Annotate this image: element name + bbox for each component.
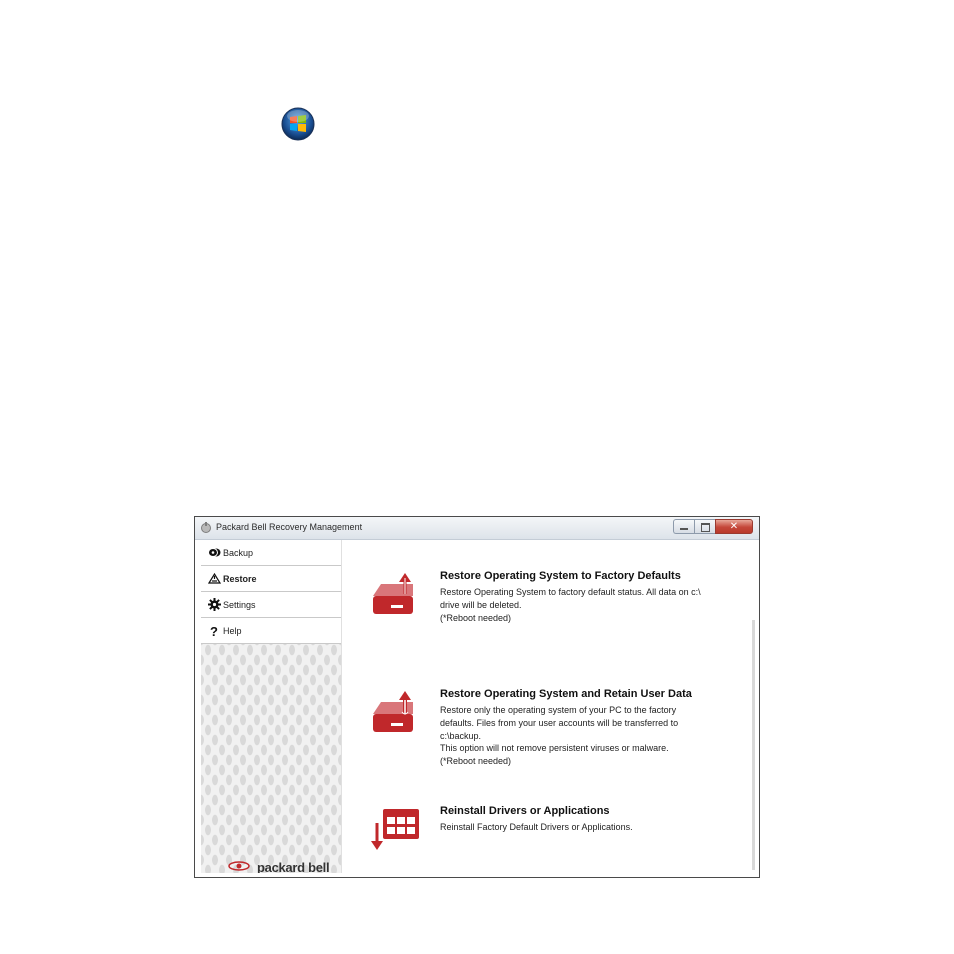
description-line: (*Reboot needed): [440, 756, 512, 767]
recovery-management-window: Packard Bell Recovery Management ✕ Backu…: [194, 516, 760, 878]
nav-list: Backup Restore Settings ? Help: [201, 540, 341, 644]
window-controls: ✕: [673, 519, 753, 534]
gear-icon: [208, 598, 221, 611]
option-title: Reinstall Drivers or Applications: [440, 805, 610, 817]
window-title: Packard Bell Recovery Management: [216, 522, 363, 532]
svg-text:?: ?: [210, 624, 218, 637]
sidebar-item-label: Help: [223, 626, 242, 636]
help-icon: ?: [210, 624, 218, 637]
description-line: c:\backup.: [440, 730, 482, 741]
sidebar: Backup Restore Settings ? Help packard b…: [201, 540, 342, 873]
description-line: drive will be deleted.: [440, 599, 522, 610]
sidebar-item-label: Restore: [223, 574, 257, 584]
sidebar-item-label: Backup: [223, 548, 254, 558]
scrollbar-edge[interactable]: [752, 620, 755, 870]
close-icon: ✕: [729, 521, 739, 532]
description-line: This option will not remove persistent v…: [440, 743, 669, 754]
brand-logo-text: packard bell: [257, 860, 330, 873]
description-line: defaults. Files from your user accounts …: [440, 717, 679, 728]
minimize-button[interactable]: [673, 519, 694, 534]
windows-start-orb-icon[interactable]: [280, 106, 316, 142]
app-icon: [201, 522, 211, 533]
sidebar-item-restore[interactable]: Restore: [201, 566, 341, 592]
close-button[interactable]: ✕: [715, 519, 753, 534]
description-line: Reinstall Factory Default Drivers or App…: [440, 822, 633, 832]
restore-icon: [208, 572, 221, 584]
maximize-button[interactable]: [694, 519, 715, 534]
option-title: Restore Operating System to Factory Defa…: [440, 570, 681, 582]
backup-icon: [208, 548, 221, 557]
retain-data-drive-icon: [373, 691, 413, 732]
main-content: Restore Operating System to Factory Defa…: [345, 540, 755, 873]
option-description: Restore only the operating system of you…: [440, 704, 740, 768]
option-description: Reinstall Factory Default Drivers or App…: [440, 821, 740, 834]
description-line: Restore Operating System to factory defa…: [440, 587, 701, 597]
restore-drive-icon: [373, 573, 413, 614]
sidebar-item-backup[interactable]: Backup: [201, 540, 341, 566]
title-bar[interactable]: Packard Bell Recovery Management ✕: [195, 517, 759, 540]
sidebar-item-help[interactable]: ? Help: [201, 618, 341, 644]
sidebar-item-settings[interactable]: Settings: [201, 592, 341, 618]
option-description: Restore Operating System to factory defa…: [440, 586, 740, 624]
minimize-icon: [680, 528, 688, 530]
description-line: Restore only the operating system of you…: [440, 705, 677, 715]
maximize-icon: [701, 523, 710, 532]
reinstall-apps-icon: [371, 809, 419, 850]
option-title: Restore Operating System and Retain User…: [440, 688, 692, 700]
sidebar-item-label: Settings: [223, 600, 256, 610]
description-line: (*Reboot needed): [440, 612, 512, 623]
